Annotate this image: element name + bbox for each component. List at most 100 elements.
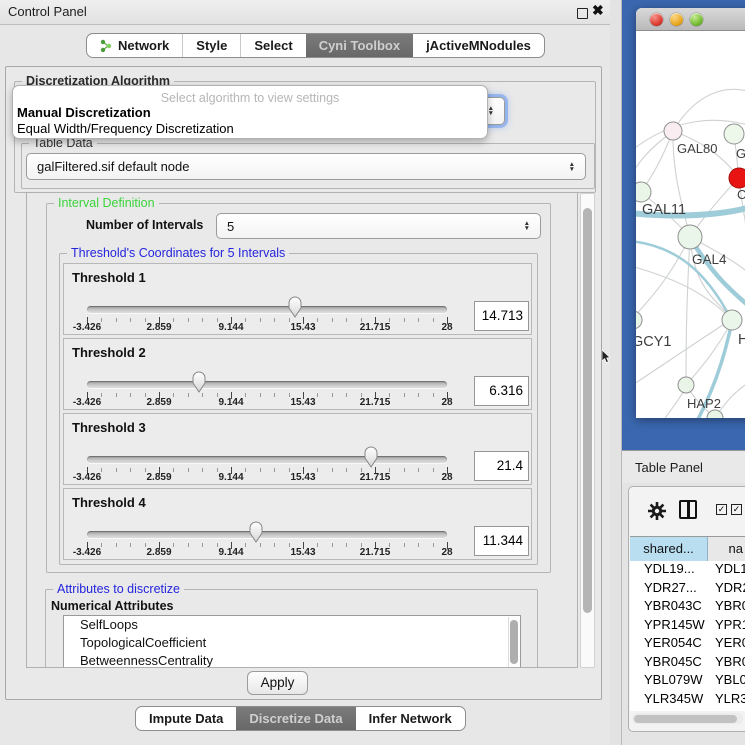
slider-track[interactable] — [87, 531, 447, 538]
network-node[interactable] — [636, 311, 642, 329]
network-node[interactable] — [729, 168, 745, 188]
scrollbar-thumb[interactable] — [583, 208, 592, 613]
thresholds-group-title: Threshold's Coordinates for 5 Intervals — [67, 246, 289, 260]
network-node[interactable] — [724, 124, 744, 144]
threshold-panel-2: Threshold 2-3.4262.8599.14415.4321.71528… — [63, 338, 532, 410]
threshold-value-field[interactable]: 6.316 — [474, 376, 529, 406]
close-icon[interactable]: ✖ — [592, 2, 604, 19]
table-data-combobox[interactable]: galFiltered.sif default node ▲▼ — [26, 153, 586, 180]
threshold-label: Threshold 1 — [72, 270, 146, 285]
network-node[interactable] — [722, 310, 742, 330]
tick-label: 21.715 — [360, 322, 391, 333]
threshold-panel-3: Threshold 3-3.4262.8599.14415.4321.71528… — [63, 413, 532, 485]
dropdown-option-manual-discretization[interactable]: Manual Discretization — [17, 105, 151, 120]
tick-label: 2.859 — [146, 322, 171, 333]
tick-label: 28 — [441, 322, 452, 333]
checkbox-icon[interactable]: ✓ — [716, 504, 727, 515]
table-row[interactable]: YPR145WYPR1 — [630, 617, 745, 636]
network-node[interactable] — [707, 410, 723, 418]
network-canvas[interactable]: GAL80GACGAL11GAL4GCY1HHAP2 — [636, 31, 745, 418]
gear-icon[interactable] — [647, 501, 667, 521]
split-columns-icon[interactable] — [679, 500, 697, 519]
scrollbar-thumb[interactable] — [634, 715, 737, 723]
settings-vertical-scrollbar[interactable] — [580, 193, 595, 668]
network-node[interactable] — [678, 377, 694, 393]
control-panel-tab-bar: NetworkStyle Select Cyni ToolboxjActiveMNo… — [86, 33, 545, 58]
network-window-titlebar[interactable] — [636, 8, 745, 31]
spinner-arrows-icon: ▲▼ — [569, 162, 575, 172]
network-node-label: C — [737, 187, 745, 202]
spinner-arrows-icon: ▲▼ — [488, 106, 494, 116]
cell-shared-name: YLR345W — [630, 691, 707, 710]
number-of-intervals-label: Number of Intervals — [86, 218, 203, 232]
network-node[interactable] — [678, 225, 702, 249]
cell-shared-name: YBR045C — [630, 654, 707, 673]
cell-shared-name: YBL079W — [630, 672, 707, 691]
cell-name: YLR3 — [707, 691, 745, 710]
table-row[interactable]: YDL19...YDL1 — [630, 561, 745, 580]
bottom-tab-infer-network[interactable]: Infer Network — [356, 707, 465, 730]
close-traffic-light-icon[interactable] — [650, 13, 663, 26]
threshold-value-field[interactable]: 21.4 — [474, 451, 529, 481]
slider-thumb[interactable] — [248, 520, 264, 544]
tick-label: 2.859 — [146, 397, 171, 408]
minimize-traffic-light-icon[interactable] — [670, 13, 683, 26]
table-row[interactable]: YDR27...YDR2 — [630, 580, 745, 599]
table-row[interactable]: YLR345WYLR3 — [630, 691, 745, 710]
tick-label: 9.144 — [218, 397, 243, 408]
tab-cyni-toolbox[interactable]: Cyni Toolbox — [306, 34, 413, 57]
dropdown-option-equal-width[interactable]: Equal Width/Frequency Discretization — [17, 121, 234, 136]
tab-network[interactable]: Network — [87, 34, 183, 57]
table-horizontal-scrollbar[interactable] — [632, 713, 743, 724]
attribute-item-topologicalcoefficient[interactable]: TopologicalCoefficient — [64, 634, 520, 652]
panel-divider[interactable] — [610, 0, 622, 745]
number-of-intervals-combobox[interactable]: 5 ▲▼ — [216, 213, 541, 239]
tab-label: Select — [254, 38, 292, 53]
attribute-item-selfloops[interactable]: SelfLoops — [64, 616, 520, 634]
slider-thumb[interactable] — [287, 295, 303, 319]
network-node[interactable] — [664, 122, 682, 140]
column-header-shared[interactable]: shared... — [630, 537, 708, 562]
column-header-name[interactable]: na — [708, 537, 745, 562]
tab-style[interactable]: Style — [183, 34, 241, 57]
slider-thumb[interactable] — [363, 445, 379, 469]
tab-jactivemnodules[interactable]: jActiveMNodules — [413, 34, 544, 57]
table-row[interactable]: YBR045CYBR0 — [630, 654, 745, 673]
spinner-arrows-icon: ▲▼ — [524, 221, 530, 231]
float-window-icon[interactable] — [577, 8, 588, 19]
control-panel: Control Panel ✖ NetworkStyleSelectCyni T… — [0, 0, 610, 745]
table-row[interactable]: YBR043CYBR0 — [630, 598, 745, 617]
bottom-tab-discretize-data[interactable]: Discretize Data — [236, 707, 355, 730]
bottom-tab-impute-data[interactable]: Impute Data — [136, 707, 236, 730]
tick-label: 9.144 — [218, 472, 243, 483]
settings-scroll-area: Interval Definition Number of Intervals … — [26, 192, 578, 668]
table-panel-titlebar: Table Panel — [622, 450, 745, 483]
numerical-attributes-label: Numerical Attributes — [51, 599, 173, 613]
table-row[interactable]: YER054CYER0 — [630, 635, 745, 654]
scrollbar-thumb[interactable] — [510, 620, 518, 664]
attributes-scrollbar[interactable] — [508, 617, 520, 668]
network-node[interactable] — [636, 182, 651, 202]
slider-thumb[interactable] — [191, 370, 207, 394]
threshold-value-field[interactable]: 14.713 — [474, 301, 529, 331]
attribute-item-betweennesscentrality[interactable]: BetweennessCentrality — [64, 652, 520, 668]
apply-button[interactable]: Apply — [247, 671, 308, 695]
slider-track[interactable] — [87, 456, 447, 463]
table-row[interactable]: YBL079WYBL0 — [630, 672, 745, 691]
cell-shared-name: YER054C — [630, 635, 707, 654]
cell-name: YIL0 — [707, 709, 745, 711]
threshold-label: Threshold 3 — [72, 420, 146, 435]
numerical-attributes-list[interactable]: SelfLoopsTopologicalCoefficientBetweenne… — [63, 615, 521, 668]
tick-label: 9.144 — [218, 547, 243, 558]
zoom-traffic-light-icon[interactable] — [690, 13, 703, 26]
table-data-value: galFiltered.sif default node — [37, 159, 189, 174]
table-row[interactable]: YIL052CYIL0 — [630, 709, 745, 711]
network-node-label: GA — [736, 146, 745, 161]
slider-track[interactable] — [87, 381, 447, 388]
threshold-panel-4: Threshold 4-3.4262.8599.14415.4321.71528… — [63, 488, 532, 560]
tab-select[interactable]: Select — [241, 34, 305, 57]
cell-name: YPR1 — [707, 617, 745, 636]
slider-track[interactable] — [87, 306, 447, 313]
threshold-value-field[interactable]: 11.344 — [474, 526, 529, 556]
checkbox-icon[interactable]: ✓ — [731, 504, 742, 515]
